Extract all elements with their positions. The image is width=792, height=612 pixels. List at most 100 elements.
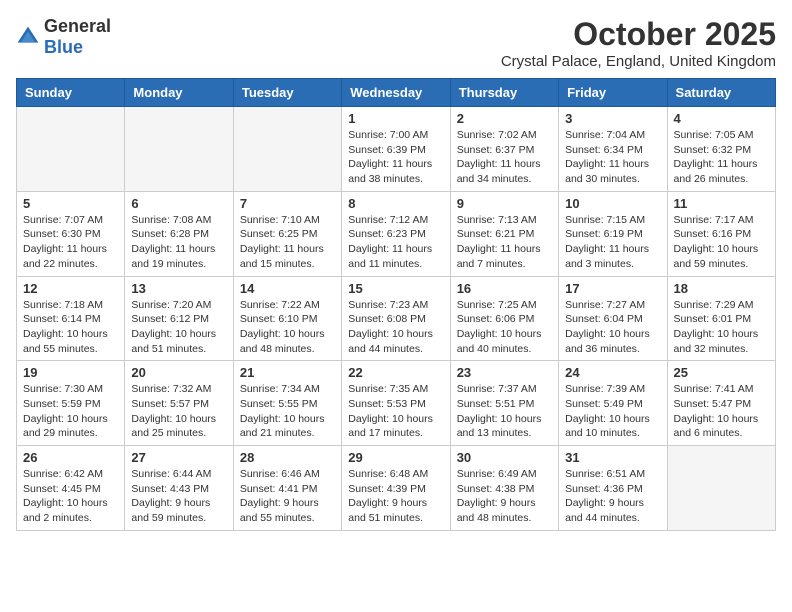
calendar-cell: 16 Sunrise: 7:25 AM Sunset: 6:06 PM Dayli…: [450, 276, 558, 361]
location-title: Crystal Palace, England, United Kingdom: [501, 53, 776, 70]
day-info: Sunrise: 7:13 AM Sunset: 6:21 PM Dayligh…: [457, 213, 552, 272]
weekday-header: Friday: [559, 79, 667, 107]
day-number: 27: [131, 450, 226, 465]
day-number: 31: [565, 450, 660, 465]
logo: General Blue: [16, 16, 111, 58]
calendar-cell: 4Sunrise: 7:05 AM Sunset: 6:32 PM Daylig…: [667, 107, 775, 192]
day-number: 19: [23, 365, 118, 380]
calendar-week-row: 26 Sunrise: 6:42 AM Sunset: 4:45 PM Dayli…: [17, 446, 776, 531]
calendar-week-row: 12 Sunrise: 7:18 AM Sunset: 6:14 PM Dayli…: [17, 276, 776, 361]
day-number: 8: [348, 196, 443, 211]
calendar-cell: [233, 107, 341, 192]
day-info: Sunrise: 6:48 AM Sunset: 4:39 PM Dayligh…: [348, 467, 443, 526]
day-number: 16: [457, 281, 552, 296]
day-number: 29: [348, 450, 443, 465]
day-number: 7: [240, 196, 335, 211]
calendar-cell: 28Sunrise: 6:46 AM Sunset: 4:41 PM Dayli…: [233, 446, 341, 531]
day-number: 13: [131, 281, 226, 296]
day-number: 3: [565, 111, 660, 126]
day-number: 20: [131, 365, 226, 380]
month-title: October 2025: [501, 16, 776, 53]
day-info: Sunrise: 7:35 AM Sunset: 5:53 PM Dayligh…: [348, 382, 443, 441]
logo-general: General: [44, 16, 111, 36]
calendar-cell: 19 Sunrise: 7:30 AM Sunset: 5:59 PM Dayli…: [17, 361, 125, 446]
weekday-header: Tuesday: [233, 79, 341, 107]
day-info: Sunrise: 7:10 AM Sunset: 6:25 PM Dayligh…: [240, 213, 335, 272]
day-info: Sunrise: 7:29 AM Sunset: 6:01 PM Dayligh…: [674, 298, 769, 357]
weekday-header: Wednesday: [342, 79, 450, 107]
weekday-header: Monday: [125, 79, 233, 107]
calendar-week-row: 1Sunrise: 7:00 AM Sunset: 6:39 PM Daylig…: [17, 107, 776, 192]
calendar: SundayMondayTuesdayWednesdayThursdayFrid…: [16, 78, 776, 531]
day-number: 28: [240, 450, 335, 465]
day-number: 2: [457, 111, 552, 126]
weekday-header: Saturday: [667, 79, 775, 107]
day-number: 11: [674, 196, 769, 211]
day-info: Sunrise: 6:51 AM Sunset: 4:36 PM Dayligh…: [565, 467, 660, 526]
day-info: Sunrise: 7:04 AM Sunset: 6:34 PM Dayligh…: [565, 128, 660, 187]
calendar-cell: 14 Sunrise: 7:22 AM Sunset: 6:10 PM Dayli…: [233, 276, 341, 361]
calendar-cell: 11Sunrise: 7:17 AM Sunset: 6:16 PM Dayli…: [667, 191, 775, 276]
calendar-cell: 31 Sunrise: 6:51 AM Sunset: 4:36 PM Dayli…: [559, 446, 667, 531]
calendar-cell: 7 Sunrise: 7:10 AM Sunset: 6:25 PM Daylig…: [233, 191, 341, 276]
day-number: 12: [23, 281, 118, 296]
day-info: Sunrise: 7:22 AM Sunset: 6:10 PM Dayligh…: [240, 298, 335, 357]
day-number: 18: [674, 281, 769, 296]
calendar-cell: 6Sunrise: 7:08 AM Sunset: 6:28 PM Daylig…: [125, 191, 233, 276]
day-info: Sunrise: 7:07 AM Sunset: 6:30 PM Dayligh…: [23, 213, 118, 272]
calendar-cell: 21 Sunrise: 7:34 AM Sunset: 5:55 PM Dayli…: [233, 361, 341, 446]
calendar-cell: 15Sunrise: 7:23 AM Sunset: 6:08 PM Dayli…: [342, 276, 450, 361]
day-info: Sunrise: 7:39 AM Sunset: 5:49 PM Dayligh…: [565, 382, 660, 441]
day-info: Sunrise: 7:05 AM Sunset: 6:32 PM Dayligh…: [674, 128, 769, 187]
calendar-cell: 26 Sunrise: 6:42 AM Sunset: 4:45 PM Dayli…: [17, 446, 125, 531]
day-number: 14: [240, 281, 335, 296]
day-info: Sunrise: 7:34 AM Sunset: 5:55 PM Dayligh…: [240, 382, 335, 441]
calendar-cell: 10Sunrise: 7:15 AM Sunset: 6:19 PM Dayli…: [559, 191, 667, 276]
calendar-cell: [125, 107, 233, 192]
day-info: Sunrise: 6:49 AM Sunset: 4:38 PM Dayligh…: [457, 467, 552, 526]
calendar-cell: 8Sunrise: 7:12 AM Sunset: 6:23 PM Daylig…: [342, 191, 450, 276]
calendar-cell: [17, 107, 125, 192]
day-info: Sunrise: 7:20 AM Sunset: 6:12 PM Dayligh…: [131, 298, 226, 357]
calendar-cell: 30 Sunrise: 6:49 AM Sunset: 4:38 PM Dayli…: [450, 446, 558, 531]
weekday-header: Thursday: [450, 79, 558, 107]
day-info: Sunrise: 6:44 AM Sunset: 4:43 PM Dayligh…: [131, 467, 226, 526]
day-info: Sunrise: 7:08 AM Sunset: 6:28 PM Dayligh…: [131, 213, 226, 272]
calendar-cell: 9 Sunrise: 7:13 AM Sunset: 6:21 PM Daylig…: [450, 191, 558, 276]
day-info: Sunrise: 7:02 AM Sunset: 6:37 PM Dayligh…: [457, 128, 552, 187]
day-number: 26: [23, 450, 118, 465]
calendar-cell: 3 Sunrise: 7:04 AM Sunset: 6:34 PM Daylig…: [559, 107, 667, 192]
day-info: Sunrise: 7:30 AM Sunset: 5:59 PM Dayligh…: [23, 382, 118, 441]
day-number: 10: [565, 196, 660, 211]
day-info: Sunrise: 7:27 AM Sunset: 6:04 PM Dayligh…: [565, 298, 660, 357]
title-area: October 2025 Crystal Palace, England, Un…: [501, 16, 776, 70]
day-info: Sunrise: 7:25 AM Sunset: 6:06 PM Dayligh…: [457, 298, 552, 357]
day-number: 17: [565, 281, 660, 296]
weekday-header-row: SundayMondayTuesdayWednesdayThursdayFrid…: [17, 79, 776, 107]
calendar-cell: 2 Sunrise: 7:02 AM Sunset: 6:37 PM Daylig…: [450, 107, 558, 192]
day-info: Sunrise: 7:18 AM Sunset: 6:14 PM Dayligh…: [23, 298, 118, 357]
logo-icon: [16, 25, 40, 49]
calendar-cell: 12 Sunrise: 7:18 AM Sunset: 6:14 PM Dayli…: [17, 276, 125, 361]
day-info: Sunrise: 7:23 AM Sunset: 6:08 PM Dayligh…: [348, 298, 443, 357]
day-info: Sunrise: 6:42 AM Sunset: 4:45 PM Dayligh…: [23, 467, 118, 526]
day-number: 22: [348, 365, 443, 380]
day-number: 9: [457, 196, 552, 211]
calendar-cell: 20 Sunrise: 7:32 AM Sunset: 5:57 PM Dayli…: [125, 361, 233, 446]
day-number: 30: [457, 450, 552, 465]
day-info: Sunrise: 7:32 AM Sunset: 5:57 PM Dayligh…: [131, 382, 226, 441]
page-header: General Blue October 2025 Crystal Palace…: [16, 16, 776, 70]
calendar-cell: [667, 446, 775, 531]
calendar-week-row: 19 Sunrise: 7:30 AM Sunset: 5:59 PM Dayli…: [17, 361, 776, 446]
day-info: Sunrise: 7:41 AM Sunset: 5:47 PM Dayligh…: [674, 382, 769, 441]
calendar-cell: 13 Sunrise: 7:20 AM Sunset: 6:12 PM Dayli…: [125, 276, 233, 361]
calendar-cell: 17 Sunrise: 7:27 AM Sunset: 6:04 PM Dayli…: [559, 276, 667, 361]
calendar-cell: 5Sunrise: 7:07 AM Sunset: 6:30 PM Daylig…: [17, 191, 125, 276]
calendar-cell: 18 Sunrise: 7:29 AM Sunset: 6:01 PM Dayli…: [667, 276, 775, 361]
calendar-week-row: 5Sunrise: 7:07 AM Sunset: 6:30 PM Daylig…: [17, 191, 776, 276]
calendar-cell: 1Sunrise: 7:00 AM Sunset: 6:39 PM Daylig…: [342, 107, 450, 192]
calendar-cell: 29 Sunrise: 6:48 AM Sunset: 4:39 PM Dayli…: [342, 446, 450, 531]
day-number: 21: [240, 365, 335, 380]
day-number: 24: [565, 365, 660, 380]
calendar-cell: 27 Sunrise: 6:44 AM Sunset: 4:43 PM Dayli…: [125, 446, 233, 531]
